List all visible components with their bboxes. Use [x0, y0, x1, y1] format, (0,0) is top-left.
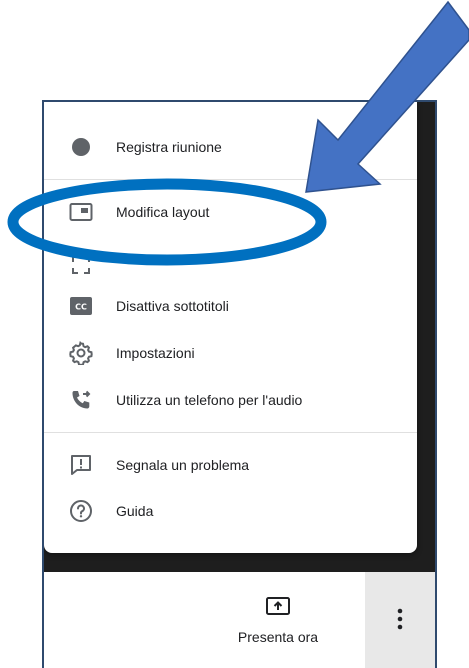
fullscreen-icon	[68, 252, 94, 278]
menu-item-label: Modifica layout	[116, 204, 210, 220]
cc-icon-text: CC	[75, 303, 87, 312]
layout-icon	[68, 199, 94, 225]
more-vertical-icon	[397, 608, 403, 635]
menu-item-disable-captions[interactable]: CC Disattiva sottotitoli	[44, 283, 417, 329]
report-problem-icon	[68, 452, 94, 478]
options-menu: Registra riunione Modifica layout CC Dis…	[44, 102, 417, 553]
menu-item-label: Segnala un problema	[116, 457, 250, 473]
present-now-button[interactable]: Presenta ora	[232, 596, 324, 656]
present-screen-icon	[265, 596, 291, 623]
menu-divider	[44, 432, 417, 433]
phone-forward-icon	[68, 387, 94, 413]
menu-item-record-meeting[interactable]: Registra riunione	[44, 124, 417, 170]
gear-icon	[68, 340, 94, 366]
menu-item-help[interactable]: Guida	[44, 488, 417, 534]
bottom-toolbar: Presenta ora	[44, 572, 435, 668]
menu-item-phone-audio[interactable]: Utilizza un telefono per l'audio	[44, 377, 417, 423]
menu-divider	[44, 179, 417, 180]
menu-item-label: Utilizza un telefono per l'audio	[116, 392, 303, 408]
menu-item-change-layout[interactable]: Modifica layout	[44, 189, 417, 235]
record-dot-icon	[68, 134, 94, 160]
menu-item-fullscreen[interactable]	[44, 242, 417, 288]
more-options-button[interactable]	[365, 572, 435, 668]
menu-item-settings[interactable]: Impostazioni	[44, 330, 417, 376]
menu-item-report-problem[interactable]: Segnala un problema	[44, 442, 417, 488]
help-icon	[68, 498, 94, 524]
menu-item-label: Guida	[116, 503, 154, 519]
closed-captions-icon: CC	[68, 293, 94, 319]
menu-item-label: Registra riunione	[116, 139, 222, 155]
menu-item-label: Impostazioni	[116, 345, 195, 361]
menu-item-label: Disattiva sottotitoli	[116, 298, 229, 314]
meeting-window: Registra riunione Modifica layout CC Dis…	[42, 100, 437, 668]
present-now-label: Presenta ora	[237, 629, 319, 645]
